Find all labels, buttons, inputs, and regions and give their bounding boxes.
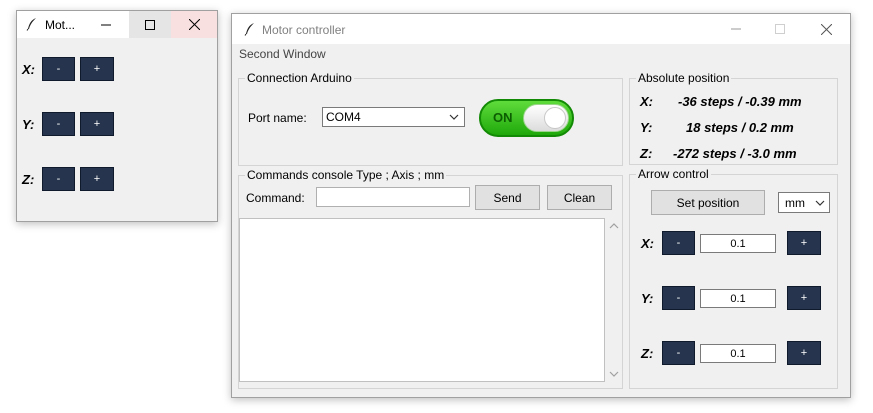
close-icon bbox=[188, 19, 200, 30]
absolute-position-title: Absolute position bbox=[636, 71, 732, 85]
small-z-label: Z: bbox=[22, 172, 35, 187]
connection-toggle[interactable]: ON bbox=[479, 99, 574, 137]
arrow-z-minus-button[interactable]: - bbox=[662, 341, 695, 365]
set-position-button[interactable]: Set position bbox=[651, 190, 765, 215]
abs-z-axis: Z: bbox=[640, 146, 653, 161]
scroll-up-icon[interactable] bbox=[609, 223, 619, 229]
arrow-z-plus-button[interactable]: + bbox=[787, 341, 821, 365]
arrow-control-group: Arrow control Set position mm X: - 0.1 +… bbox=[629, 167, 838, 389]
arrow-y-label: Y: bbox=[641, 291, 654, 306]
main-window-title: Motor controller bbox=[262, 23, 346, 37]
absolute-position-group: Absolute position X: -36 steps / -0.39 m… bbox=[629, 71, 838, 165]
abs-x-axis: X: bbox=[640, 94, 653, 109]
close-icon bbox=[820, 23, 832, 35]
maximize-button[interactable] bbox=[760, 14, 800, 44]
maximize-button[interactable] bbox=[129, 11, 171, 38]
small-window-titlebar[interactable]: Mot... bbox=[17, 11, 217, 38]
command-label: Command: bbox=[246, 191, 305, 205]
arrow-z-label: Z: bbox=[641, 346, 654, 361]
arrow-x-minus-button[interactable]: - bbox=[662, 231, 695, 255]
arrow-y-minus-button[interactable]: - bbox=[662, 286, 695, 310]
arrow-z-step-input[interactable]: 0.1 bbox=[700, 344, 776, 363]
small-y-plus-button[interactable]: + bbox=[80, 112, 114, 136]
port-name-label: Port name: bbox=[248, 111, 307, 125]
small-x-minus-button[interactable]: - bbox=[42, 57, 75, 81]
toggle-on-text: ON bbox=[493, 110, 513, 125]
menu-second-window[interactable]: Second Window bbox=[239, 47, 326, 61]
close-button[interactable] bbox=[171, 11, 217, 38]
chevron-down-icon bbox=[815, 200, 825, 206]
abs-y-value: 18 steps / 0.2 mm bbox=[686, 120, 794, 135]
small-z-plus-button[interactable]: + bbox=[80, 167, 114, 191]
arrow-x-plus-button[interactable]: + bbox=[787, 231, 821, 255]
toggle-knob bbox=[523, 104, 569, 132]
abs-z-value: -272 steps / -3.0 mm bbox=[673, 146, 797, 161]
small-y-label: Y: bbox=[22, 117, 35, 132]
console-group: Commands console Type ; Axis ; mm Comman… bbox=[238, 168, 623, 389]
scroll-down-icon[interactable] bbox=[609, 371, 619, 377]
arrow-y-step-input[interactable]: 0.1 bbox=[700, 289, 776, 308]
small-z-minus-button[interactable]: - bbox=[42, 167, 75, 191]
main-window-titlebar[interactable]: Motor controller bbox=[232, 14, 850, 44]
feather-icon bbox=[244, 23, 254, 36]
minimize-button[interactable] bbox=[716, 14, 756, 44]
connection-group: Connection Arduino Port name: COM4 ON bbox=[238, 71, 623, 166]
small-x-plus-button[interactable]: + bbox=[80, 57, 114, 81]
chevron-down-icon bbox=[449, 114, 459, 120]
clean-button[interactable]: Clean bbox=[547, 185, 612, 210]
arrow-x-step-input[interactable]: 0.1 bbox=[700, 234, 776, 253]
small-window: Mot... X: - + Y: - + Z: - + bbox=[16, 10, 218, 222]
minimize-icon bbox=[101, 24, 111, 25]
unit-select[interactable]: mm bbox=[778, 192, 830, 213]
console-group-title: Commands console Type ; Axis ; mm bbox=[245, 168, 447, 182]
small-y-minus-button[interactable]: - bbox=[42, 112, 75, 136]
arrow-y-plus-button[interactable]: + bbox=[787, 286, 821, 310]
small-window-title: Mot... bbox=[45, 18, 76, 32]
maximize-icon bbox=[775, 24, 785, 34]
console-output[interactable] bbox=[239, 218, 605, 382]
console-scrollbar[interactable] bbox=[605, 218, 622, 382]
arrow-control-title: Arrow control bbox=[636, 167, 711, 181]
close-button[interactable] bbox=[804, 14, 848, 44]
abs-x-value: -36 steps / -0.39 mm bbox=[678, 94, 802, 109]
main-window: Motor controller Second Window Connectio… bbox=[231, 13, 851, 398]
arrow-x-label: X: bbox=[641, 236, 654, 251]
connection-group-title: Connection Arduino bbox=[245, 71, 354, 85]
feather-icon bbox=[26, 18, 36, 31]
port-name-value: COM4 bbox=[326, 110, 361, 124]
command-input[interactable] bbox=[316, 187, 470, 207]
minimize-icon bbox=[731, 28, 741, 30]
unit-value: mm bbox=[785, 196, 805, 210]
small-x-label: X: bbox=[22, 62, 35, 77]
abs-y-axis: Y: bbox=[640, 120, 653, 135]
port-name-select[interactable]: COM4 bbox=[322, 107, 465, 127]
minimize-button[interactable] bbox=[83, 11, 129, 38]
send-button[interactable]: Send bbox=[475, 185, 540, 210]
maximize-icon bbox=[145, 19, 155, 30]
